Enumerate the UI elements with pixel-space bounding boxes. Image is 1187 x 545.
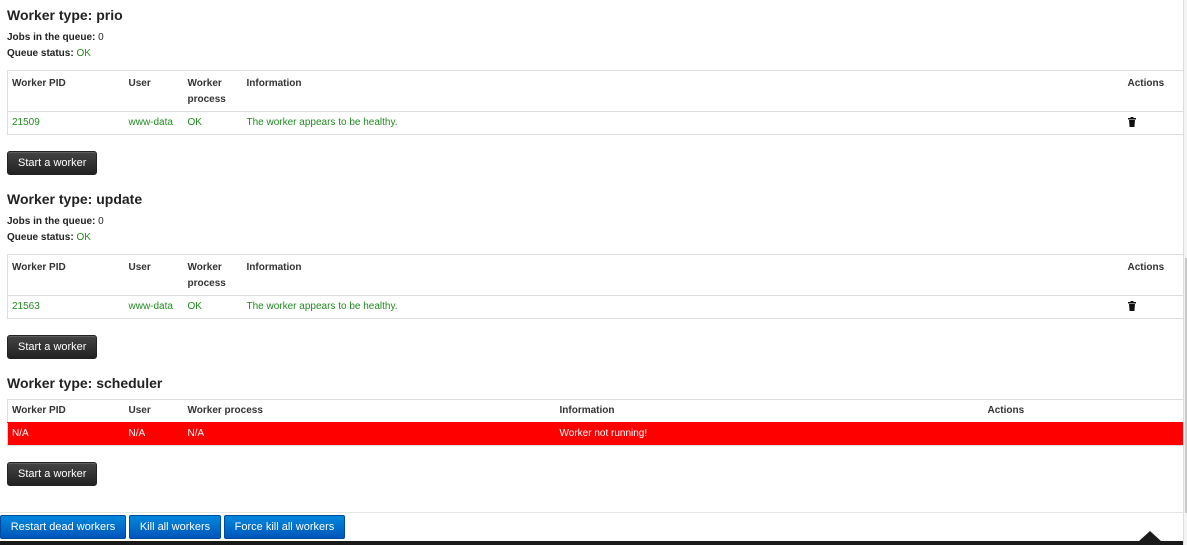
start-worker-button[interactable]: Start a worker	[7, 151, 98, 175]
actions-cell	[1123, 295, 1184, 319]
scroll-top-caret-icon[interactable]	[1139, 531, 1161, 541]
col-header-actions: Actions	[1127, 78, 1165, 89]
start-worker-button[interactable]: Start a worker	[7, 335, 98, 359]
status-value: OK	[76, 232, 91, 243]
col-header-process: Worker process	[187, 405, 263, 416]
worker-section-scheduler: Worker type: scheduler Worker PID User W…	[7, 374, 1184, 486]
bottom-bar	[0, 541, 1183, 545]
start-worker-button[interactable]: Start a worker	[7, 462, 98, 486]
worker-pid: N/A	[7, 422, 125, 446]
worker-section-prio: Worker type: prio Jobs in the queue: 0 Q…	[7, 6, 1184, 175]
table-header-row: Worker PID User Worker process Informati…	[8, 71, 1184, 112]
worker-process-status: OK	[183, 111, 243, 135]
queue-status: Queue status: OK	[7, 232, 91, 243]
col-header-process: Worker process	[187, 262, 226, 289]
col-header-information: Information	[246, 262, 302, 273]
col-header-actions: Actions	[1127, 262, 1165, 273]
col-header-user: User	[128, 405, 151, 416]
force-kill-all-workers-button[interactable]: Force kill all workers	[224, 515, 345, 539]
worker-section-update: Worker type: update Jobs in the queue: 0…	[7, 190, 1184, 359]
actions-cell	[1123, 111, 1184, 135]
workers-table: Worker PID User Worker process Informati…	[7, 399, 1184, 446]
col-header-information: Information	[559, 405, 615, 416]
col-header-process: Worker process	[187, 78, 226, 105]
worker-user: www-data	[124, 295, 184, 319]
workers-table: Worker PID User Worker process Informati…	[7, 70, 1184, 135]
footer-actions: Restart dead workers Kill all workers Fo…	[0, 512, 1183, 541]
table-header-row: Worker PID User Worker process Informati…	[8, 400, 1184, 423]
col-header-user: User	[128, 262, 151, 273]
restart-dead-workers-button[interactable]: Restart dead workers	[0, 515, 126, 539]
queue-status: Queue status: OK	[7, 48, 91, 59]
col-header-user: User	[128, 78, 151, 89]
col-header-pid: Worker PID	[12, 262, 66, 273]
worker-pid: 21509	[7, 111, 125, 135]
worker-user: www-data	[124, 111, 184, 135]
col-header-pid: Worker PID	[12, 405, 66, 416]
section-title: Worker type: prio	[7, 7, 123, 23]
col-header-information: Information	[246, 78, 302, 89]
table-row-dead: N/A N/A N/A Worker not running!	[7, 422, 1184, 446]
trash-icon[interactable]	[1127, 301, 1136, 312]
section-title: Worker type: scheduler	[7, 375, 163, 391]
jobs-in-queue: Jobs in the queue: 0	[7, 216, 104, 227]
table-header-row: Worker PID User Worker process Informati…	[8, 255, 1184, 296]
kill-all-workers-button[interactable]: Kill all workers	[129, 515, 221, 539]
col-header-pid: Worker PID	[12, 78, 66, 89]
jobs-in-queue: Jobs in the queue: 0	[7, 32, 104, 43]
worker-information: The worker appears to be healthy.	[242, 295, 1124, 319]
table-row: 21509 www-data OK The worker appears to …	[7, 111, 1184, 135]
section-title: Worker type: update	[7, 191, 143, 207]
worker-user: N/A	[124, 422, 184, 446]
worker-information: The worker appears to be healthy.	[242, 111, 1124, 135]
status-value: OK	[76, 48, 91, 59]
col-header-actions: Actions	[987, 405, 1025, 416]
actions-cell	[983, 422, 1184, 446]
worker-information: Worker not running!	[555, 422, 984, 446]
table-row: 21563 www-data OK The worker appears to …	[7, 295, 1184, 319]
worker-process-status: N/A	[183, 422, 556, 446]
worker-process-status: OK	[183, 295, 243, 319]
trash-icon[interactable]	[1127, 117, 1136, 128]
worker-pid: 21563	[7, 295, 125, 319]
workers-table: Worker PID User Worker process Informati…	[7, 254, 1184, 319]
